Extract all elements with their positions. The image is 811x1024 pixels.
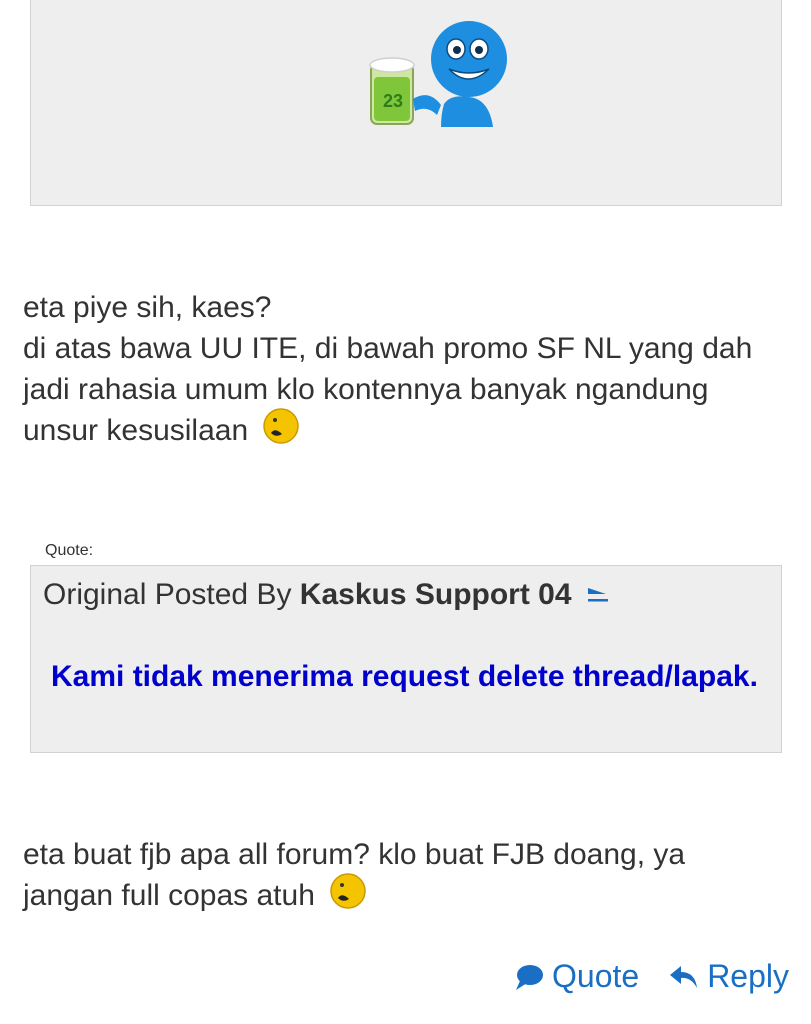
post-line: eta buat fjb apa all forum? klo buat FJB… <box>23 838 686 871</box>
speech-bubble-icon <box>516 964 544 990</box>
svg-text:23: 23 <box>383 91 403 111</box>
quote-button[interactable]: Quote <box>514 958 639 995</box>
original-posted-by-prefix: Original Posted By <box>43 578 292 611</box>
post-line-with-smiley: unsur kesusilaan <box>23 408 798 451</box>
post-line-with-smiley: jangan full copas atuh <box>23 873 798 916</box>
quote-box: Original Posted By Kaskus Support 04 Kam… <box>30 565 782 753</box>
reply-button[interactable]: Reply <box>669 958 789 995</box>
post-line: jadi rahasia umum klo kontennya banyak n… <box>23 373 709 406</box>
quote-label: Quote: <box>45 542 94 559</box>
post-line: jangan full copas atuh <box>23 879 315 912</box>
post-actions: Quote Reply <box>514 958 789 995</box>
quote-author: Kaskus Support 04 <box>299 578 572 611</box>
top-quote-box: 23 <box>30 0 782 206</box>
sweat-smiley-icon <box>330 873 366 909</box>
post-line: eta piye sih, kaes? <box>23 291 272 324</box>
post-text-2: eta buat fjb apa all forum? klo buat FJB… <box>23 834 798 916</box>
goto-post-arrow-icon[interactable] <box>586 582 610 606</box>
post-line: unsur kesusilaan <box>23 414 249 447</box>
beer-mascot-emoticon-icon: 23 <box>369 21 507 127</box>
reply-arrow-icon <box>670 965 698 988</box>
original-posted-by-line: Original Posted By Kaskus Support 04 <box>43 578 610 612</box>
post-line: di atas bawa UU ITE, di bawah promo SF N… <box>23 332 753 365</box>
reply-button-label: Reply <box>707 958 789 994</box>
quote-body: Kami tidak menerima request delete threa… <box>51 660 758 693</box>
quote-button-label: Quote <box>552 958 640 994</box>
sweat-smiley-icon <box>263 408 300 444</box>
post-text-1: eta piye sih, kaes? di atas bawa UU ITE,… <box>23 287 798 451</box>
